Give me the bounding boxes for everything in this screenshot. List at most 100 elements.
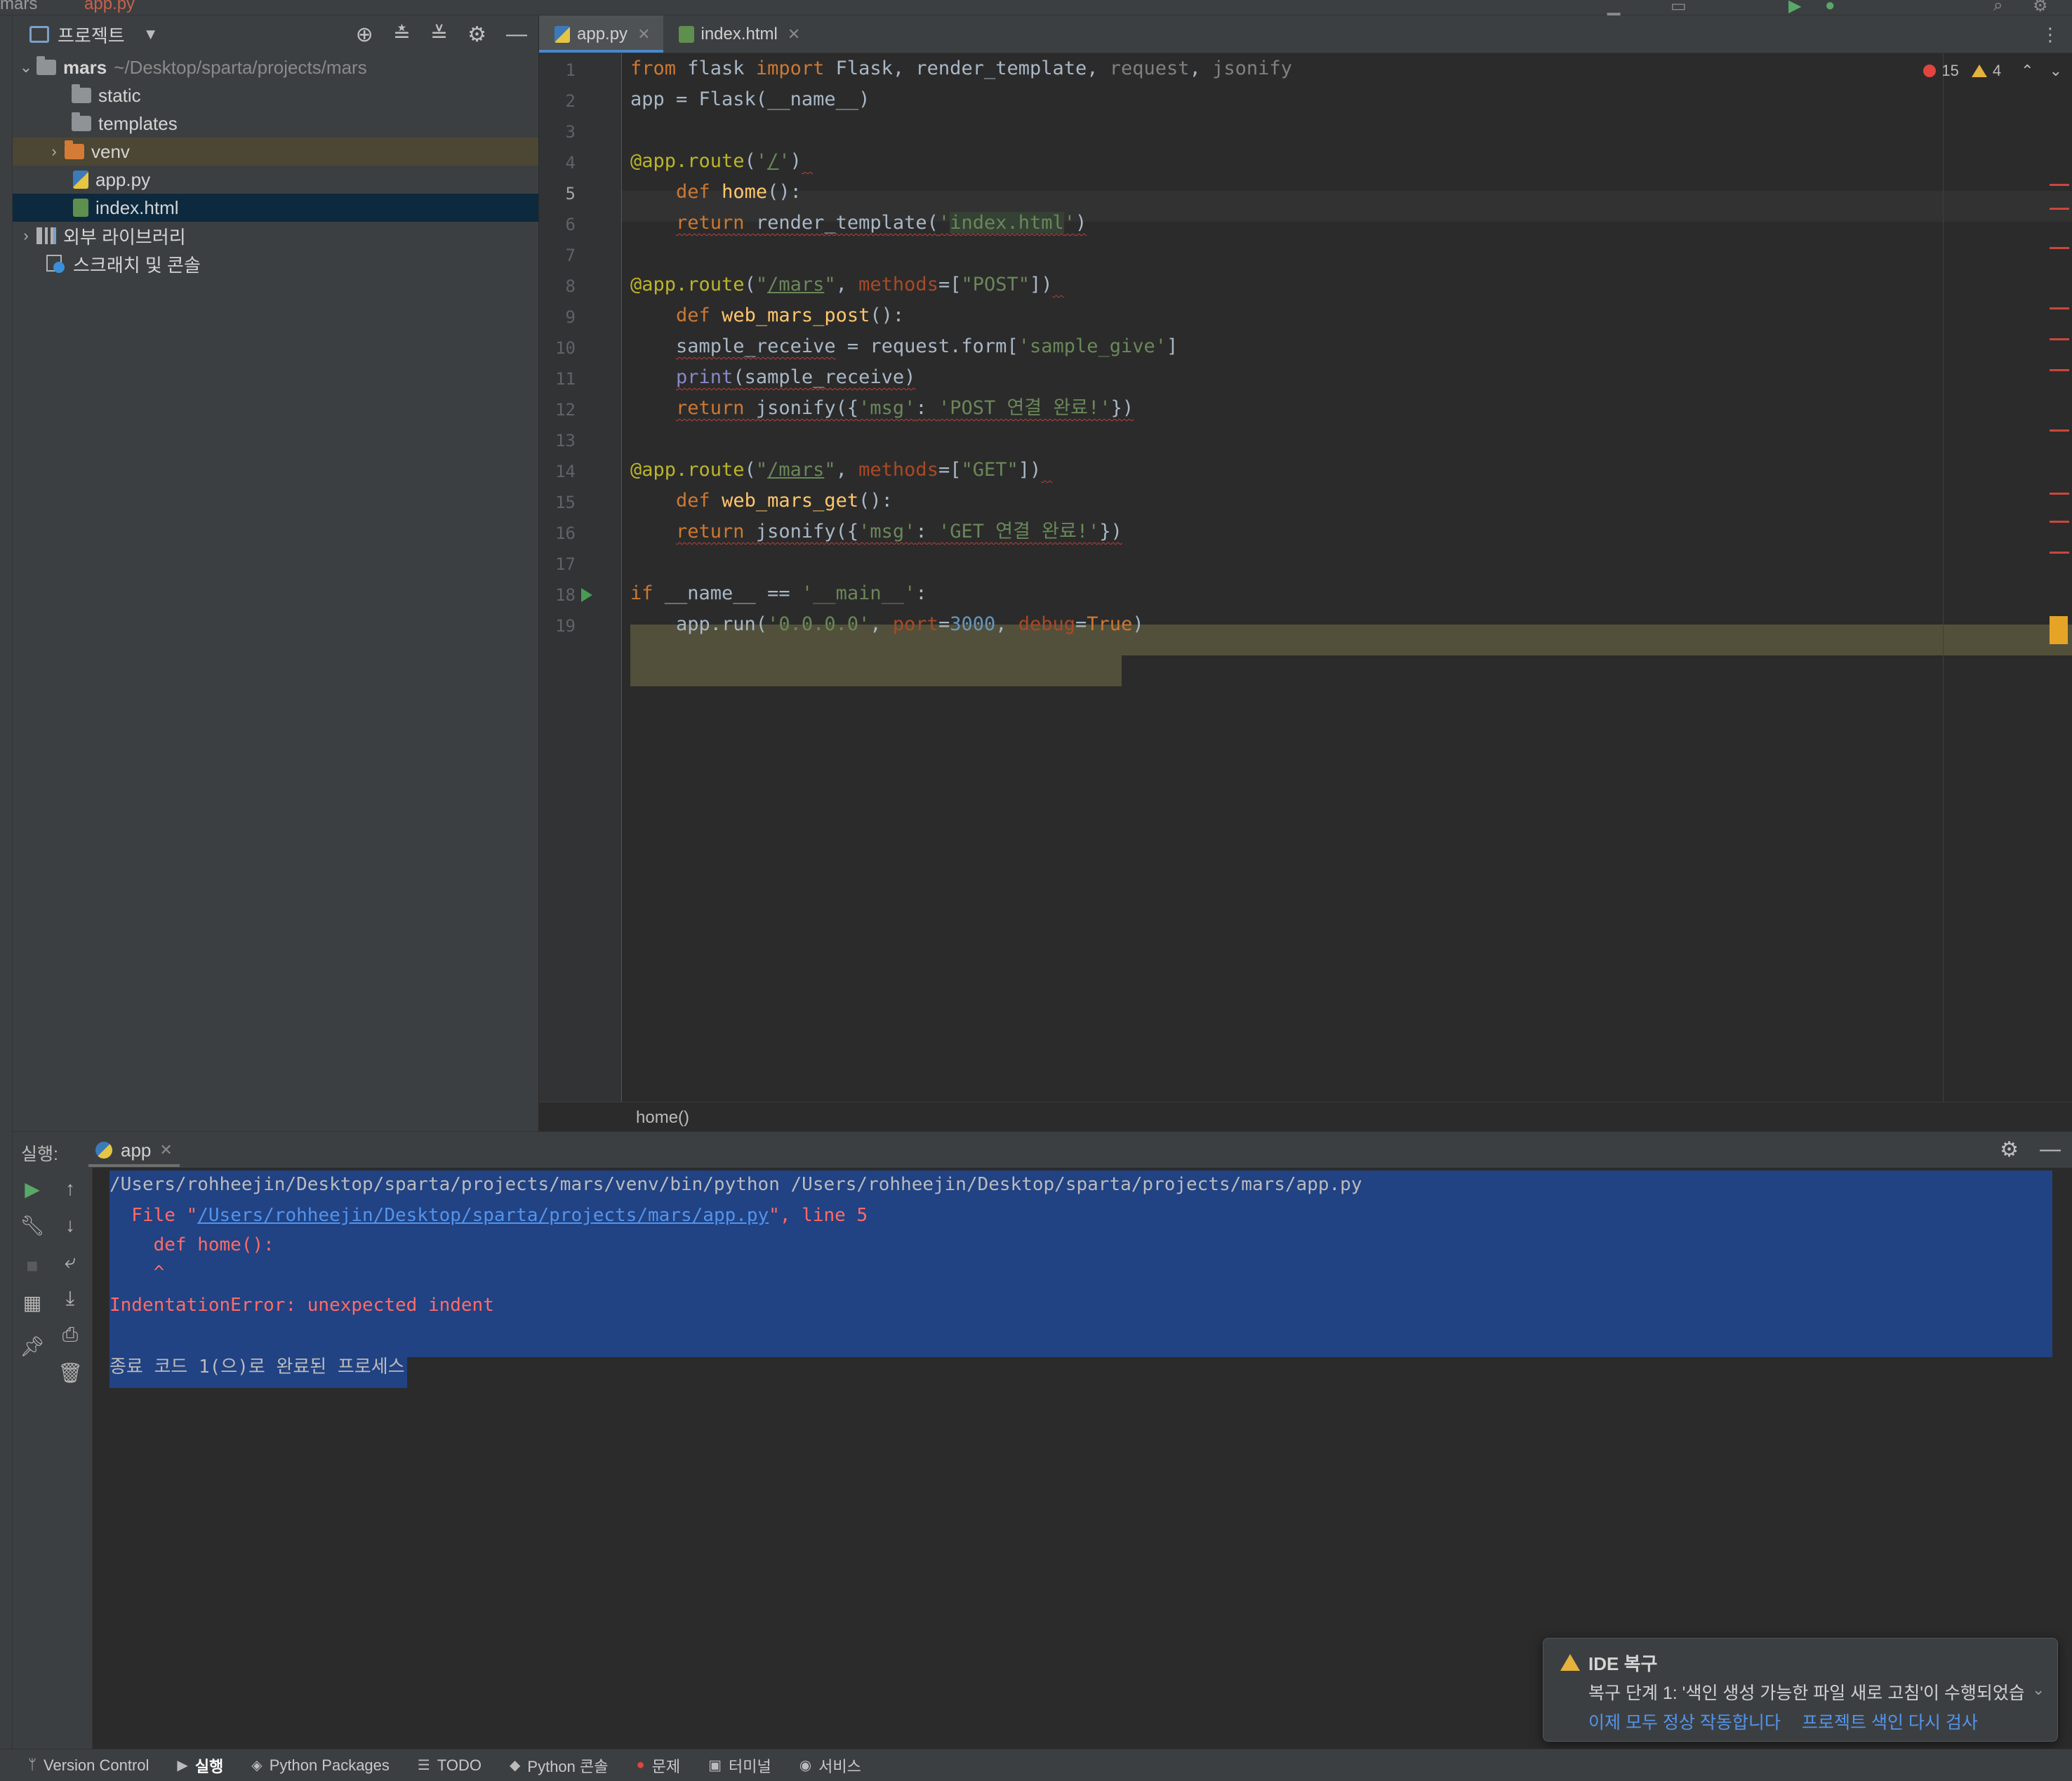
tool-label: 서비스	[818, 1757, 861, 1775]
error-stripe-marker[interactable]	[2050, 247, 2069, 249]
console-line: def home():	[109, 1234, 274, 1255]
print-icon[interactable]: ⎙	[56, 1323, 84, 1347]
console-file-link[interactable]: /Users/rohheejin/Desktop/sparta/projects…	[197, 1205, 769, 1226]
collapse-all-icon[interactable]: ≚	[430, 22, 448, 47]
more-icon[interactable]: ⋮	[2041, 24, 2059, 46]
code-line: def home():	[676, 181, 802, 203]
tab-label: index.html	[700, 24, 778, 44]
tool-window-bar: ᛘ Version Control ▶ 실행 ◈ Python Packages…	[0, 1749, 2072, 1781]
tool-services[interactable]: ◉ 서비스	[799, 1754, 861, 1777]
wrench-icon[interactable]: 🔧︎	[18, 1214, 46, 1237]
branch-icon: ᛘ	[28, 1757, 36, 1773]
tool-terminal[interactable]: ▣ 터미널	[708, 1754, 771, 1777]
tool-python-packages[interactable]: ◈ Python Packages	[251, 1756, 390, 1775]
tool-todo[interactable]: ☰ TODO	[418, 1756, 482, 1775]
chevron-down-icon[interactable]: ▼	[143, 25, 159, 44]
soft-wrap-icon[interactable]: ⤶	[56, 1250, 84, 1274]
console-exit-line: 종료 코드 1(으)로 완료된 프로세스	[109, 1356, 405, 1378]
error-stripe-marker[interactable]	[2050, 493, 2069, 495]
project-title[interactable]: 프로젝트	[58, 22, 125, 48]
code-line: from flask import Flask, render_template…	[630, 58, 1292, 79]
chevron-right-icon[interactable]: ›	[44, 142, 65, 161]
inspection-widget[interactable]: 15 4 ⌃ ⌄	[1923, 62, 2062, 80]
chevron-up-icon[interactable]: ⌃	[2021, 62, 2033, 80]
notification-link-all-ok[interactable]: 이제 모두 정상 작동합니다	[1588, 1709, 1781, 1734]
line-gutter: 1 2 3 4 5 6 7 8 9 10 11 12 13 14 15 16 1…	[539, 53, 622, 1102]
tree-item-venv[interactable]: › venv	[13, 138, 538, 166]
warning-icon	[1560, 1654, 1580, 1671]
error-stripe-marker[interactable]	[2050, 184, 2069, 186]
locate-icon[interactable]: ⊕	[356, 22, 373, 47]
settings-icon[interactable]: ⚙	[2033, 0, 2048, 16]
chevron-down-icon[interactable]: ⌄	[2032, 1681, 2045, 1699]
title-crumb[interactable]: mars	[0, 0, 37, 14]
arrow-down-icon[interactable]: ↓	[56, 1214, 84, 1236]
warning-icon	[1971, 65, 1987, 77]
python-file-icon	[73, 171, 88, 189]
scratch-icon	[46, 255, 66, 273]
chevron-right-icon[interactable]: ›	[15, 227, 36, 245]
breadcrumb-function[interactable]: home()	[636, 1108, 689, 1128]
title-file[interactable]: app.py	[84, 0, 135, 14]
minimize-icon[interactable]: —	[506, 22, 527, 47]
pin-icon[interactable]: 📌︎	[18, 1335, 46, 1358]
minimize-icon[interactable]: —	[2040, 1138, 2061, 1162]
tree-item-index-html[interactable]: index.html	[13, 194, 538, 222]
warning-stripe-marker[interactable]	[2050, 616, 2068, 644]
tool-label: Python 콘솔	[527, 1757, 609, 1775]
rerun-icon[interactable]: ▶	[18, 1178, 46, 1201]
chevron-down-icon[interactable]: ⌄	[2050, 62, 2062, 80]
code-line: if __name__ == '__main__':	[630, 582, 927, 604]
line-number: 19	[555, 616, 576, 636]
tree-item-mars[interactable]: ⌄ mars ~/Desktop/sparta/projects/mars	[13, 53, 538, 81]
run-icon[interactable]: ▶	[1788, 0, 1801, 16]
run-toolbar: ▶ 🔧︎ ■ ▦ 📌︎ ↑ ↓ ⤶ ⤓ ⎙ 🗑︎	[13, 1168, 93, 1749]
run-config-select[interactable]: ▭	[1671, 0, 1687, 16]
tool-problems[interactable]: ● 문제	[637, 1754, 681, 1777]
tree-item-external-libraries[interactable]: › 외부 라이브러리	[13, 222, 538, 250]
tool-label: Version Control	[44, 1756, 150, 1774]
close-icon[interactable]: ✕	[788, 25, 800, 44]
expand-all-icon[interactable]: ≛	[393, 22, 411, 47]
scroll-to-end-icon[interactable]: ⤓	[56, 1287, 84, 1310]
user-icon[interactable]: ▁	[1607, 0, 1620, 16]
search-icon[interactable]: ⌕	[1993, 0, 2003, 15]
folder-icon	[65, 140, 84, 159]
tab-index-html[interactable]: index.html ✕	[663, 15, 813, 53]
error-stripe-marker[interactable]	[2050, 521, 2069, 523]
run-tab-app[interactable]: app ✕	[81, 1132, 187, 1168]
trash-icon[interactable]: 🗑︎	[56, 1361, 84, 1385]
editor-breadcrumb: home()	[539, 1102, 2072, 1131]
tab-app-py[interactable]: app.py ✕	[539, 15, 663, 53]
right-margin-guide	[1943, 53, 1944, 1102]
tree-item-label: templates	[98, 112, 178, 134]
stop-icon[interactable]: ■	[18, 1255, 46, 1277]
run-gutter-icon[interactable]	[581, 588, 592, 602]
tree-item-static[interactable]: static	[13, 81, 538, 109]
error-stripe-marker[interactable]	[2050, 429, 2069, 432]
tool-python-console[interactable]: ◆ Python 콘솔	[510, 1754, 608, 1777]
error-stripe-marker[interactable]	[2050, 208, 2069, 210]
error-stripe-marker[interactable]	[2050, 369, 2069, 371]
code-editor[interactable]: 1 2 3 4 5 6 7 8 9 10 11 12 13 14 15 16 1…	[539, 53, 2072, 1102]
gear-icon[interactable]: ⚙	[467, 22, 486, 47]
run-panel-header: 실행: app ✕ ⚙ —	[13, 1131, 2072, 1168]
error-stripe-marker[interactable]	[2050, 338, 2069, 340]
tree-item-app-py[interactable]: app.py	[13, 166, 538, 194]
error-stripe-marker[interactable]	[2050, 552, 2069, 554]
layout-icon[interactable]: ▦	[18, 1291, 46, 1314]
debug-icon[interactable]: ●	[1825, 0, 1835, 15]
tree-item-scratches[interactable]: 스크래치 및 콘솔	[13, 250, 538, 278]
close-icon[interactable]: ✕	[159, 1141, 172, 1159]
error-stripe-marker[interactable]	[2050, 307, 2069, 309]
tool-version-control[interactable]: ᛘ Version Control	[28, 1756, 149, 1775]
notification-link-reindex[interactable]: 프로젝트 색인 다시 검사	[1802, 1709, 1978, 1734]
gear-icon[interactable]: ⚙	[2000, 1138, 2019, 1162]
ide-recovery-notification: IDE 복구 복구 단계 1: '색인 생성 가능한 파일 새로 고침'이 수행…	[1543, 1638, 2058, 1742]
arrow-up-icon[interactable]: ↑	[56, 1178, 84, 1200]
tree-item-templates[interactable]: templates	[13, 109, 538, 138]
tool-run[interactable]: ▶ 실행	[177, 1754, 223, 1777]
code-line: print(sample_receive)	[676, 366, 916, 388]
chevron-down-icon[interactable]: ⌄	[15, 58, 36, 76]
close-icon[interactable]: ✕	[637, 25, 650, 44]
